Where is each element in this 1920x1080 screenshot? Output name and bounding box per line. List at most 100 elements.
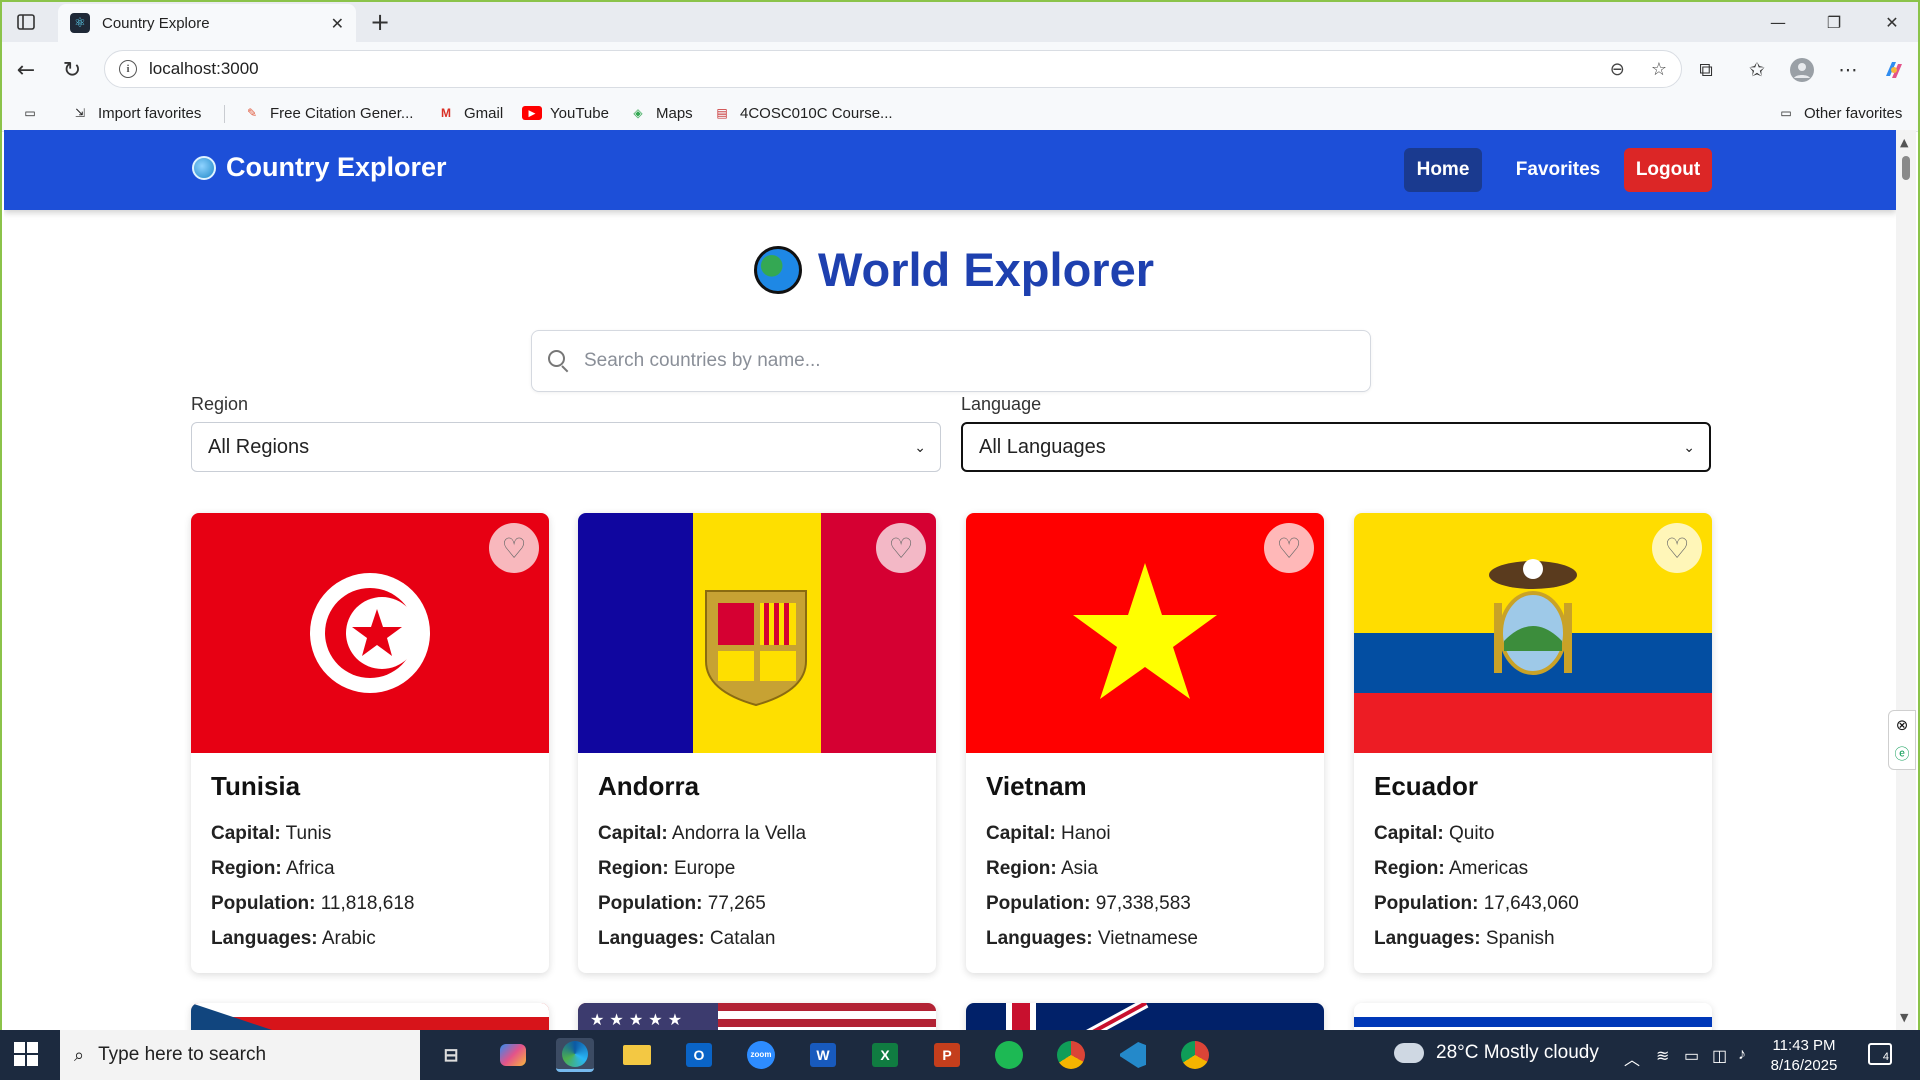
favorite-star-icon[interactable]: ☆ <box>1651 59 1667 80</box>
favorite-import[interactable]: ⇲ Import favorites <box>70 104 201 122</box>
network-icon[interactable]: ≋ <box>1656 1046 1669 1066</box>
file-explorer-icon[interactable] <box>618 1038 656 1072</box>
other-favorites[interactable]: ▭ Other favorites <box>1776 104 1902 122</box>
region-select[interactable]: All Regions ⌄ <box>191 422 941 472</box>
extensions-icon[interactable]: ⧉ <box>1692 56 1720 84</box>
languages-row: Languages: Arabic <box>211 928 376 949</box>
weather-widget[interactable]: 28°C Mostly cloudy <box>1394 1035 1599 1064</box>
country-card-partial[interactable] <box>191 1003 549 1030</box>
scroll-up-icon[interactable]: ▲ <box>1900 136 1908 149</box>
clock-date: 8/16/2025 <box>1770 1057 1838 1074</box>
url-text[interactable]: localhost:3000 <box>149 59 1584 79</box>
reader-icon[interactable]: ⊖ <box>1610 59 1625 80</box>
country-card[interactable]: ♡ Ecuador Capital: Quito Region: America… <box>1354 513 1712 973</box>
minimize-icon[interactable]: — <box>1754 8 1802 36</box>
clock[interactable]: 11:43 PM 8/16/2025 <box>1756 1036 1852 1076</box>
country-card-partial[interactable]: ★ ★ ★ ★ ★ <box>578 1003 936 1030</box>
nav-home-button[interactable]: Home <box>1404 148 1482 192</box>
task-view-icon[interactable]: ⊟ <box>432 1038 470 1072</box>
favorite-heart-icon[interactable]: ♡ <box>489 523 539 573</box>
brand[interactable]: Country Explorer <box>192 152 447 183</box>
region-row: Region: Asia <box>986 858 1098 879</box>
tab-actions-icon[interactable] <box>8 8 44 36</box>
copilot-icon[interactable] <box>1880 56 1908 84</box>
youtube-icon: ▶ <box>522 104 542 122</box>
country-name: Vietnam <box>986 771 1087 801</box>
country-card-partial[interactable] <box>966 1003 1324 1030</box>
favorite-heart-icon[interactable]: ♡ <box>876 523 926 573</box>
search-box[interactable] <box>531 330 1371 392</box>
volume-icon[interactable]: ♪ <box>1738 1046 1746 1064</box>
taskbar-search[interactable]: ⌕ Type here to search <box>60 1030 420 1080</box>
more-menu-icon[interactable]: ⋯ <box>1834 56 1862 84</box>
population-row: Population: 11,818,618 <box>211 893 415 914</box>
page-title-text: World Explorer <box>817 243 1155 296</box>
region-row: Region: Europe <box>598 858 736 879</box>
favorite-heart-icon[interactable]: ♡ <box>1264 523 1314 573</box>
scroll-thumb[interactable] <box>1902 156 1910 180</box>
chrome-profile-icon[interactable] <box>1176 1038 1214 1072</box>
outlook-icon[interactable]: O <box>680 1038 718 1072</box>
favorite-course-pdf[interactable]: ▤ 4COSC010C Course... <box>712 104 892 122</box>
close-window-icon[interactable]: ✕ <box>1868 8 1916 36</box>
favorite-maps[interactable]: ◈ Maps <box>628 104 692 122</box>
favorites-icon[interactable]: ✩ <box>1743 56 1771 84</box>
population-row: Population: 97,338,583 <box>986 893 1191 914</box>
region-select-value: All Regions <box>208 435 310 458</box>
edge-app-icon[interactable] <box>556 1038 594 1072</box>
browser-toolbar: ← ↻ i localhost:3000 ⊖ ☆ ⧉ ✩ ⋯ <box>2 42 1918 96</box>
page-title: World Explorer <box>4 242 1896 297</box>
search-input[interactable] <box>584 350 1370 372</box>
back-icon[interactable]: ← <box>10 54 42 86</box>
display-icon[interactable]: ◫ <box>1712 1046 1727 1066</box>
region-row: Region: Africa <box>211 858 335 879</box>
scroll-down-icon[interactable]: ▼ <box>1900 1011 1908 1024</box>
tray-chevron-up-icon[interactable]: ︿ <box>1624 1046 1640 1070</box>
favbar-separator <box>224 105 225 123</box>
vscode-icon[interactable] <box>1114 1038 1152 1072</box>
site-info-icon[interactable]: i <box>119 60 137 78</box>
sidebar-toggle-icon[interactable]: ▭ <box>20 104 48 122</box>
favorite-gmail[interactable]: M Gmail <box>436 104 503 122</box>
zoom-icon[interactable]: zoom <box>742 1038 780 1072</box>
country-card[interactable]: ♡ Vietnam Capital: Hanoi Region: Asia Po… <box>966 513 1324 973</box>
side-widget[interactable]: ⊗ ⓔ <box>1888 710 1916 770</box>
powerpoint-icon[interactable]: P <box>928 1038 966 1072</box>
address-bar[interactable]: i localhost:3000 ⊖ ☆ <box>104 50 1682 88</box>
notifications-icon[interactable]: 4 <box>1868 1043 1892 1065</box>
restore-icon[interactable]: ❐ <box>1810 8 1858 36</box>
start-button-icon[interactable] <box>14 1042 38 1066</box>
logout-button[interactable]: Logout <box>1624 148 1712 192</box>
country-card[interactable]: ♡ Tunisia Capital: Tunis Region: Africa … <box>191 513 549 973</box>
page-scrollbar[interactable]: ▲ ▼ <box>1896 130 1916 1030</box>
battery-icon[interactable]: ▭ <box>1684 1046 1699 1066</box>
spotify-icon[interactable] <box>990 1038 1028 1072</box>
favorite-heart-icon[interactable]: ♡ <box>1652 523 1702 573</box>
copilot-app-icon[interactable] <box>494 1038 532 1072</box>
country-card[interactable]: ♡ Andorra Capital: Andorra la Vella Regi… <box>578 513 936 973</box>
search-icon <box>548 350 570 373</box>
excel-icon[interactable]: X <box>866 1038 904 1072</box>
maps-icon: ◈ <box>633 106 643 120</box>
cloudy-weather-icon <box>1394 1035 1424 1063</box>
capital-row: Capital: Hanoi <box>986 823 1111 844</box>
capital-row: Capital: Quito <box>1374 823 1495 844</box>
brand-name: Country Explorer <box>226 152 447 182</box>
refresh-icon[interactable]: ↻ <box>56 54 88 86</box>
search-icon: ⌕ <box>74 1044 85 1065</box>
word-icon[interactable]: W <box>804 1038 842 1072</box>
close-circle-icon[interactable]: ⊗ <box>1896 716 1909 734</box>
close-tab-icon[interactable]: ✕ <box>331 14 344 33</box>
chrome-icon[interactable] <box>1052 1038 1090 1072</box>
browser-tab-active[interactable]: ⚛ Country Explore ✕ <box>58 4 356 42</box>
country-card-partial[interactable] <box>1354 1003 1712 1030</box>
folder-icon: ▭ <box>1780 106 1792 120</box>
svg-text:★ ★ ★ ★ ★: ★ ★ ★ ★ ★ <box>590 1010 682 1029</box>
new-tab-icon[interactable]: + <box>364 6 396 38</box>
favorite-citation[interactable]: ✎ Free Citation Gener... <box>242 104 413 122</box>
nav-favorites-button[interactable]: Favorites <box>1504 148 1612 192</box>
profile-avatar-icon[interactable] <box>1788 56 1816 84</box>
favorite-youtube[interactable]: ▶ YouTube <box>522 104 609 122</box>
language-select[interactable]: All Languages ⌄ <box>961 422 1711 472</box>
edge-e-icon[interactable]: ⓔ <box>1894 743 1909 764</box>
